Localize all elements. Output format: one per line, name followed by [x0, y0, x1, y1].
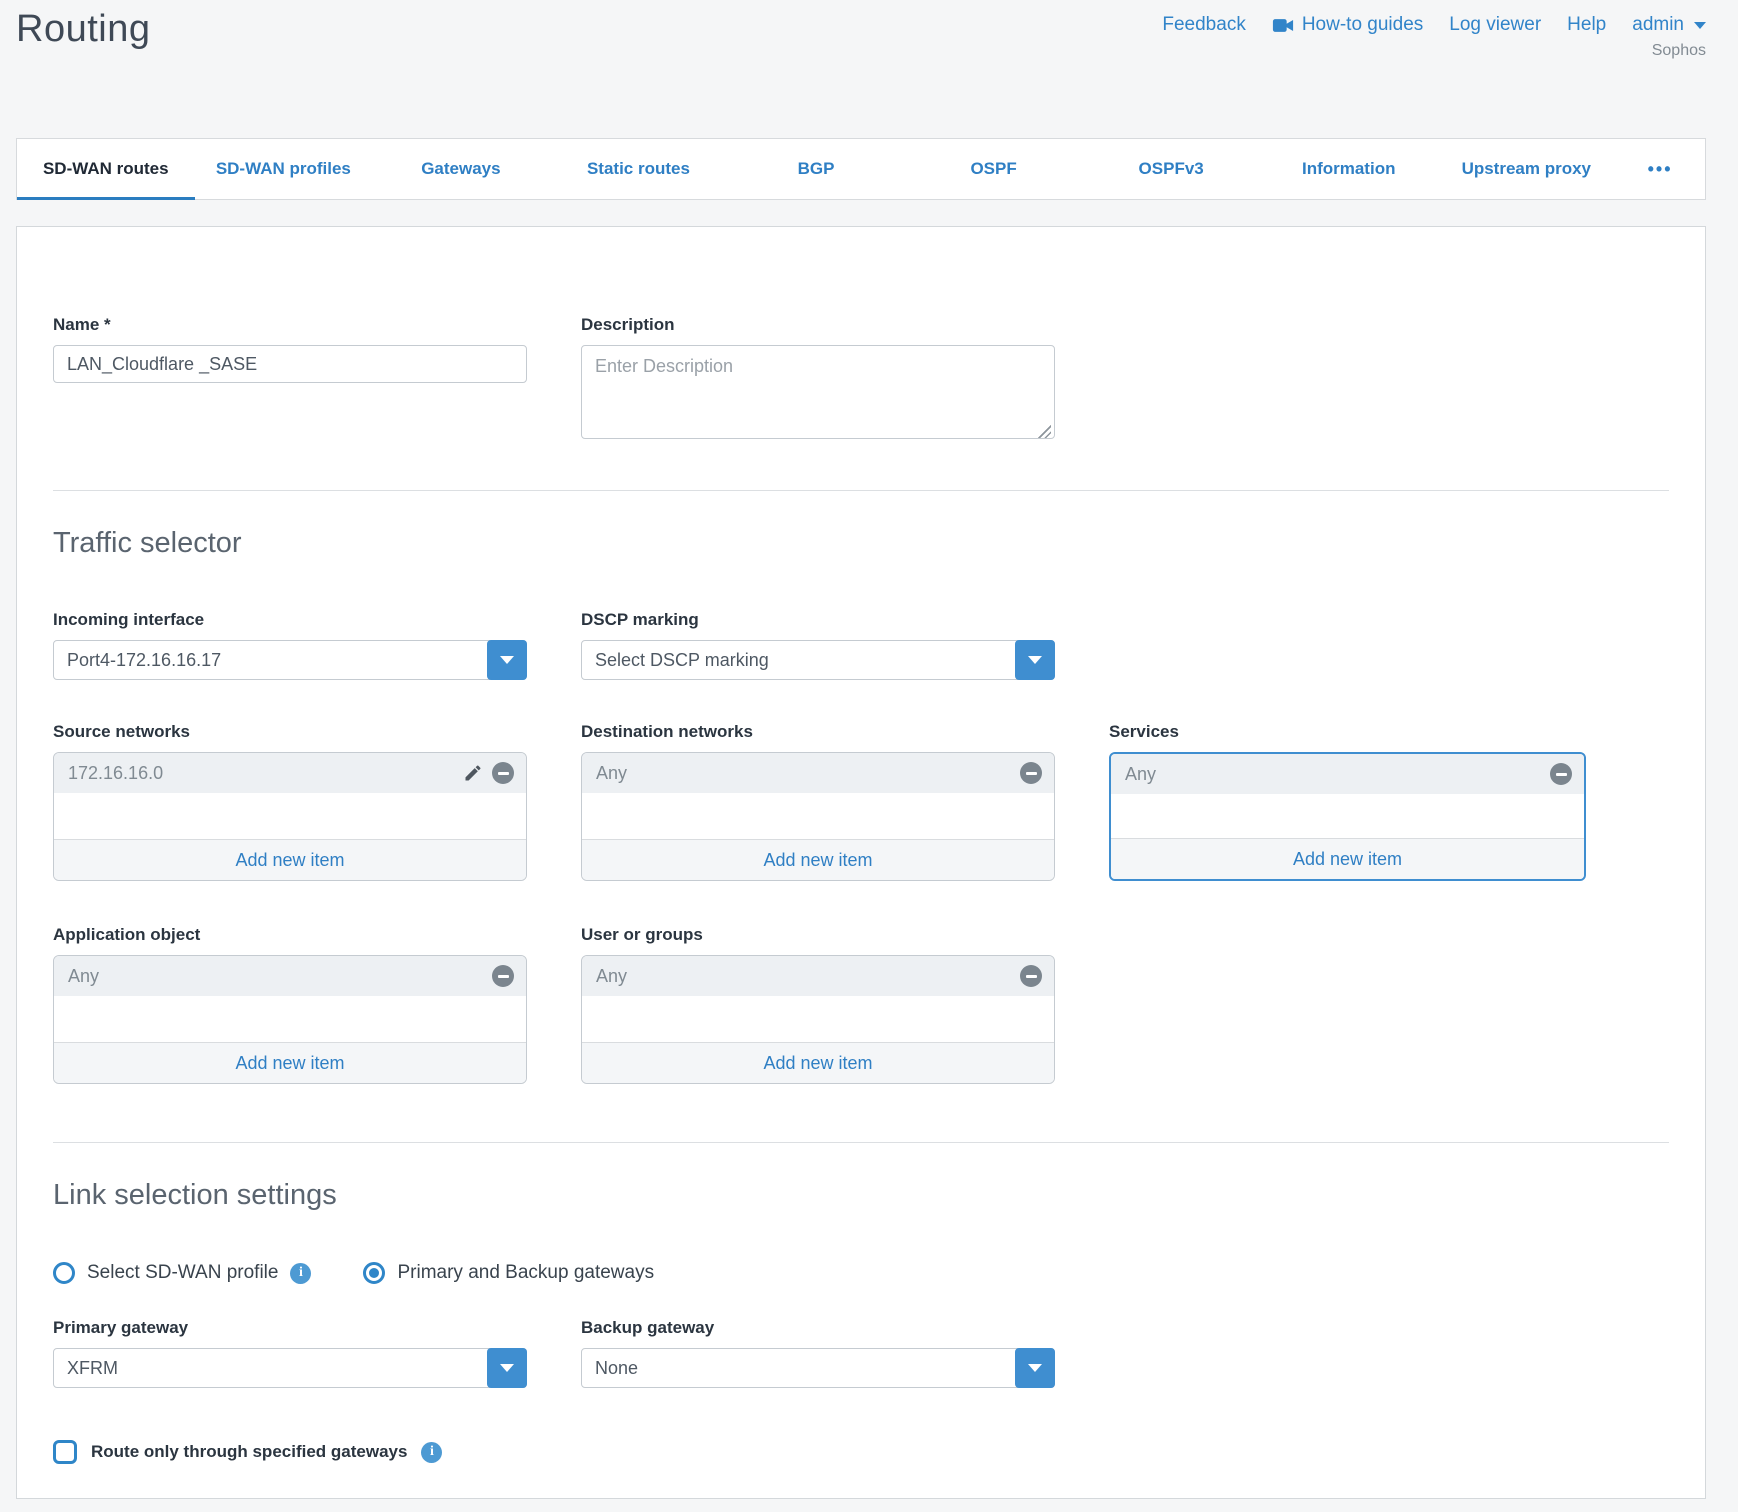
info-icon[interactable]: i: [421, 1442, 442, 1463]
services-label: Services: [1109, 722, 1586, 742]
traffic-selector-heading: Traffic selector: [53, 527, 1669, 560]
user-or-groups-label: User or groups: [581, 925, 1055, 945]
dscp-marking-label: DSCP marking: [581, 610, 1055, 630]
tab-sd-wan-routes[interactable]: SD-WAN routes: [17, 139, 195, 199]
feedback-link[interactable]: Feedback: [1162, 14, 1245, 36]
header-links: Feedback How-to guides Log viewer Help a…: [1162, 14, 1706, 36]
radio-primary-backup-gateways[interactable]: [363, 1262, 385, 1284]
list-item: Any: [582, 753, 1054, 793]
list-item: Any: [54, 956, 526, 996]
radio-select-sdwan-profile[interactable]: [53, 1262, 75, 1284]
tab-information[interactable]: Information: [1260, 139, 1438, 199]
tab-upstream-proxy[interactable]: Upstream proxy: [1438, 139, 1616, 199]
route-only-label: Route only through specified gateways: [91, 1442, 407, 1462]
tab-bgp[interactable]: BGP: [727, 139, 905, 199]
dropdown-arrow-icon: [1028, 1364, 1042, 1372]
backup-gateway-label: Backup gateway: [581, 1318, 1055, 1338]
section-divider: [53, 1142, 1669, 1143]
backup-gateway-select[interactable]: None: [581, 1348, 1055, 1388]
add-new-item-button[interactable]: Add new item: [1111, 838, 1584, 879]
user-or-groups-list: Any Add new item: [581, 955, 1055, 1084]
application-object-list: Any Add new item: [53, 955, 527, 1084]
name-label: Name *: [53, 315, 527, 335]
dropdown-button[interactable]: [1015, 1348, 1055, 1388]
add-new-item-button[interactable]: Add new item: [582, 1042, 1054, 1083]
brand-label: Sophos: [1652, 42, 1706, 60]
remove-item-icon[interactable]: [1020, 762, 1042, 784]
dropdown-arrow-icon: [500, 1364, 514, 1372]
info-icon[interactable]: i: [290, 1263, 311, 1284]
application-object-label: Application object: [53, 925, 527, 945]
incoming-interface-label: Incoming interface: [53, 610, 527, 630]
video-camera-icon: [1272, 18, 1294, 33]
destination-networks-list: Any Add new item: [581, 752, 1055, 881]
tab-overflow-menu[interactable]: •••: [1615, 139, 1705, 199]
log-viewer-link[interactable]: Log viewer: [1449, 14, 1541, 36]
help-link[interactable]: Help: [1567, 14, 1606, 36]
remove-item-icon[interactable]: [1550, 763, 1572, 785]
source-networks-label: Source networks: [53, 722, 527, 742]
tab-gateways[interactable]: Gateways: [372, 139, 550, 199]
services-list: Any Add new item: [1109, 752, 1586, 881]
tab-bar: SD-WAN routes SD-WAN profiles Gateways S…: [16, 138, 1706, 200]
primary-gateway-select[interactable]: XFRM: [53, 1348, 527, 1388]
dropdown-button[interactable]: [487, 640, 527, 680]
dropdown-arrow-icon: [1028, 656, 1042, 664]
name-input[interactable]: [53, 345, 527, 383]
link-selection-heading: Link selection settings: [53, 1179, 1669, 1212]
remove-item-icon[interactable]: [492, 965, 514, 987]
add-new-item-button[interactable]: Add new item: [582, 839, 1054, 880]
primary-gateway-label: Primary gateway: [53, 1318, 527, 1338]
dropdown-button[interactable]: [487, 1348, 527, 1388]
description-input[interactable]: [581, 345, 1055, 439]
admin-menu[interactable]: admin: [1632, 14, 1706, 36]
content-panel: Name * Description Traffic selector Inco…: [16, 226, 1706, 1499]
dropdown-arrow-icon: [500, 656, 514, 664]
dscp-marking-select[interactable]: Select DSCP marking: [581, 640, 1055, 680]
link-selection-radios: Select SD-WAN profile i Primary and Back…: [53, 1262, 1669, 1284]
list-item: Any: [582, 956, 1054, 996]
list-item: 172.16.16.0: [54, 753, 526, 793]
route-only-row: Route only through specified gateways i: [53, 1440, 1669, 1464]
section-divider: [53, 490, 1669, 491]
source-networks-list: 172.16.16.0 Add new item: [53, 752, 527, 881]
tab-sd-wan-profiles[interactable]: SD-WAN profiles: [195, 139, 373, 199]
dropdown-button[interactable]: [1015, 640, 1055, 680]
add-new-item-button[interactable]: Add new item: [54, 1042, 526, 1083]
chevron-down-icon: [1694, 22, 1706, 29]
page-header: Routing Feedback How-to guides Log viewe…: [0, 0, 1738, 138]
radio-label: Primary and Backup gateways: [397, 1262, 654, 1284]
tab-ospfv3[interactable]: OSPFv3: [1082, 139, 1260, 199]
add-new-item-button[interactable]: Add new item: [54, 839, 526, 880]
page-title: Routing: [16, 8, 150, 51]
howto-guides-link[interactable]: How-to guides: [1272, 14, 1423, 36]
radio-label: Select SD-WAN profile: [87, 1262, 278, 1284]
list-item: Any: [1111, 754, 1584, 794]
remove-item-icon[interactable]: [492, 762, 514, 784]
description-label: Description: [581, 315, 1055, 335]
route-only-checkbox[interactable]: [53, 1440, 77, 1464]
remove-item-icon[interactable]: [1020, 965, 1042, 987]
tab-ospf[interactable]: OSPF: [905, 139, 1083, 199]
edit-pencil-icon[interactable]: [463, 763, 483, 783]
destination-networks-label: Destination networks: [581, 722, 1055, 742]
incoming-interface-select[interactable]: Port4-172.16.16.17: [53, 640, 527, 680]
tab-static-routes[interactable]: Static routes: [550, 139, 728, 199]
